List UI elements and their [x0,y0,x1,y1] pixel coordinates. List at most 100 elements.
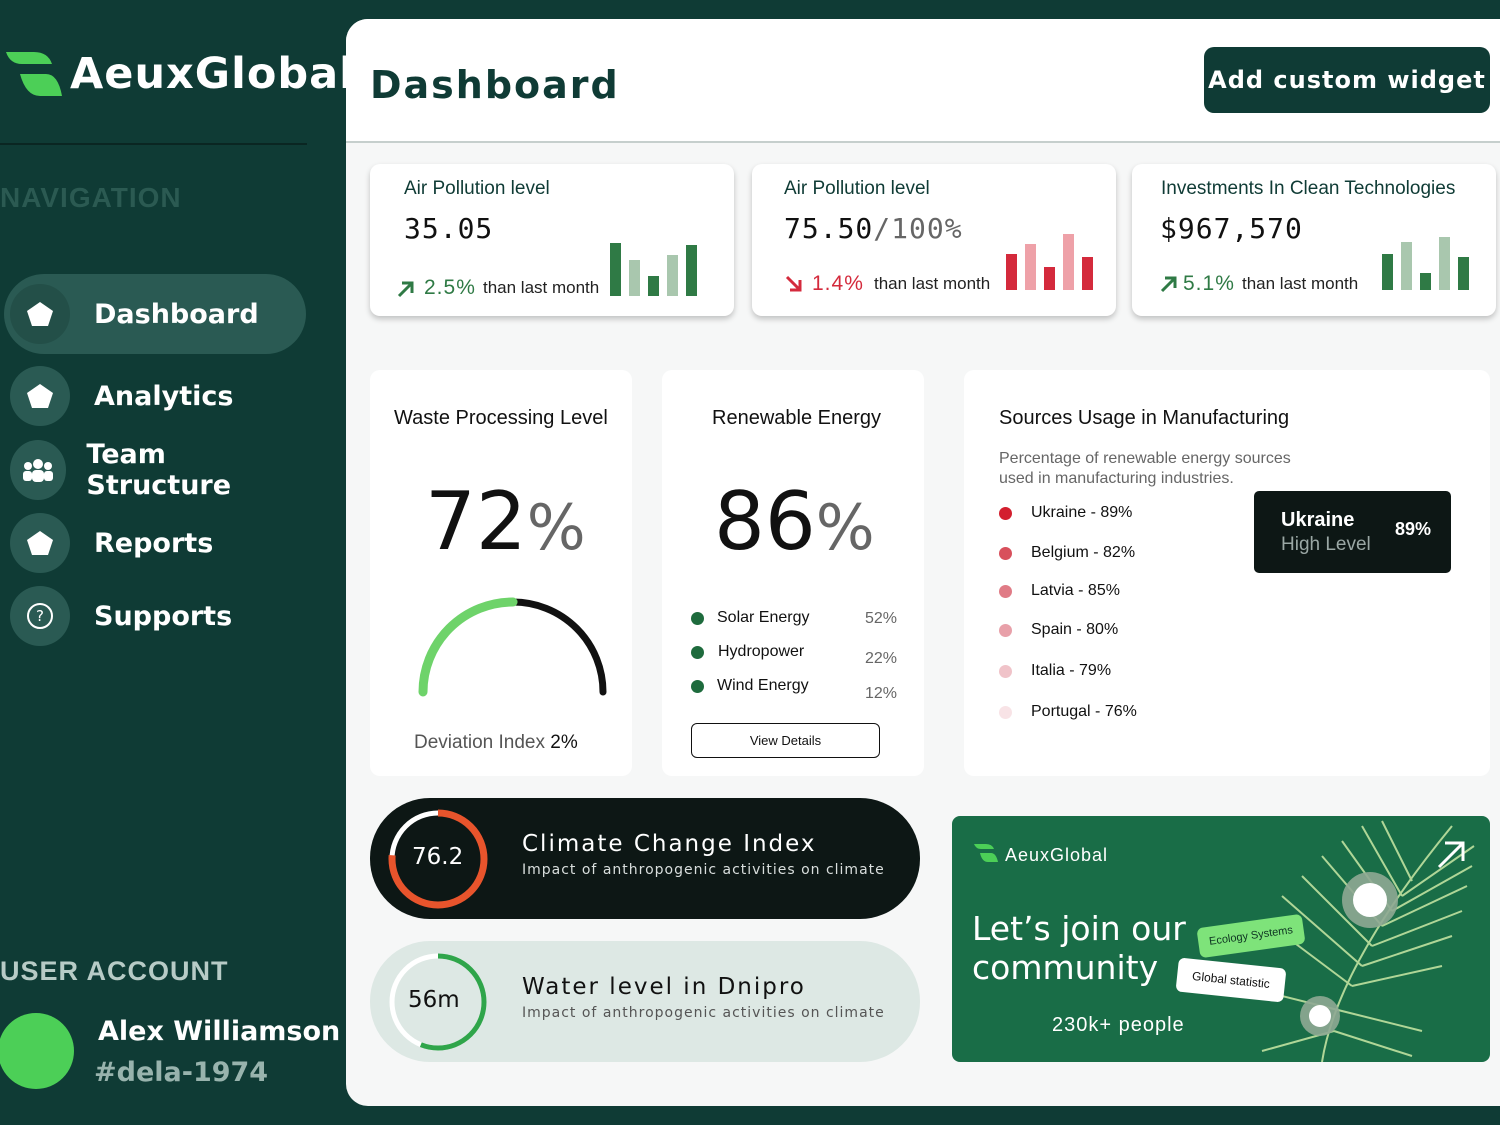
card-title: Renewable Energy [712,407,881,429]
arrow-up-right-icon[interactable] [1436,840,1466,870]
energy-source-value: 22% [865,650,898,667]
legend-dot [999,705,1012,719]
mini-bar [1082,257,1093,290]
sidebar-divider [0,143,307,145]
mini-bar [1044,267,1055,290]
stat-value: $967,570 [1160,212,1303,245]
climate-subtitle: Impact of anthropogenic activities on cl… [522,862,885,878]
arrow-down-right-icon [785,275,802,292]
water-value: 56m [408,987,460,1013]
legend-dot [999,506,1012,520]
nav-heading: NAVIGATION [0,182,182,213]
mini-bar [1006,254,1017,290]
climate-value: 76.2 [412,844,464,870]
stat-change: 2.5% [424,276,476,299]
stat-note: than last month [1242,274,1359,293]
legend-dot [691,611,704,625]
energy-source-solar: Solar Energy [691,609,810,627]
mini-bar [1458,257,1469,290]
stat-title: Air Pollution level [404,178,550,199]
tooltip-value: 89% [1395,519,1432,539]
tooltip-level: High Level [1281,534,1371,555]
stat-card-clean-tech-investments[interactable]: Investments In Clean Technologies $967,5… [1132,164,1496,316]
sidebar-item-label: Supports [94,600,233,632]
sidebar-item-analytics[interactable]: Analytics [4,356,306,436]
sidebar: AeuxGlobal NAVIGATION Dashboard Analytic… [0,0,354,1125]
energy-source-value: 52% [865,610,898,627]
stat-card-air-pollution-percent[interactable]: Air Pollution level 75.50/100% 1.4% than… [752,164,1116,316]
mini-bar [1401,242,1412,290]
water-title: Water level in Dnipro [522,974,806,1000]
header: Dashboard Add custom widget [346,19,1500,143]
arrow-up-right-icon [397,281,414,298]
mini-bar [629,260,640,296]
sidebar-item-label: Reports [94,527,214,559]
stat-card-air-pollution[interactable]: Air Pollution level 35.05 2.5% than last… [370,164,734,316]
leaf-logo-icon [974,844,998,862]
country-item[interactable]: Belgium - 82% [999,544,1135,562]
stat-note: than last month [483,278,600,297]
sidebar-item-dashboard[interactable]: Dashboard [4,274,306,354]
pentagon-icon [10,513,70,573]
tooltip-country: Ukraine [1281,509,1355,531]
country-item[interactable]: Ukraine - 89% [999,504,1132,522]
stat-title: Investments In Clean Technologies [1161,178,1456,199]
waste-gauge [418,597,608,697]
country-tooltip: Ukraine High Level 89% [1254,491,1451,573]
main-panel: Dashboard Add custom widget Air Pollutio… [346,19,1500,1106]
renewable-energy-card[interactable]: Renewable Energy 86% [662,370,924,776]
leaf-logo-icon [6,52,62,96]
stat-title: Air Pollution level [784,178,930,199]
stat-mini-bar-chart [1382,237,1469,290]
sidebar-item-reports[interactable]: Reports [4,503,306,583]
sidebar-item-label: Analytics [94,380,234,412]
brand-name: AeuxGlobal [70,49,355,99]
card-title: Sources Usage in Manufacturing [999,407,1290,429]
mini-bar [1382,254,1393,290]
pentagon-icon [10,284,70,344]
stat-change: 5.1% [1183,272,1235,295]
stat-mini-bar-chart [610,243,697,296]
water-level-card[interactable]: 56m Water level in Dnipro Impact of anth… [370,941,920,1062]
deviation-index: Deviation Index 2% [414,732,578,753]
energy-source-value: 12% [865,685,898,702]
energy-source-hydro: Hydropower [691,643,804,661]
card-title: Waste Processing Level [394,407,608,429]
sidebar-item-supports[interactable]: ? Supports [4,576,306,656]
waste-processing-card[interactable]: Waste Processing Level 72% Deviation Ind… [370,370,632,776]
mini-bar [686,245,697,296]
climate-title: Climate Change Index [522,831,817,857]
sidebar-item-label: Team Structure [86,439,232,501]
avatar[interactable] [0,1013,74,1089]
add-custom-widget-button[interactable]: Add custom widget [1204,47,1490,113]
svg-text:?: ? [36,607,44,625]
card-subtitle: Percentage of renewable energy sources u… [999,450,1291,487]
legend-dot [999,546,1012,560]
promo-brand: AeuxGlobal [1005,845,1109,865]
legend-dot [999,623,1012,637]
legend-dot [691,645,704,659]
stat-value: 35.05 [404,212,494,245]
mini-bar [1420,273,1431,290]
community-promo-card[interactable]: AeuxGlobal Let’s join our community 230k… [952,816,1490,1062]
mini-bar [1439,237,1450,290]
water-subtitle: Impact of anthropogenic activities on cl… [522,1005,885,1021]
country-item[interactable]: Italia - 79% [999,662,1111,680]
mini-bar [1063,234,1074,290]
country-item[interactable]: Portugal - 76% [999,703,1137,721]
country-item[interactable]: Spain - 80% [999,621,1118,639]
brand-logo[interactable]: AeuxGlobal [4,48,355,100]
climate-change-index-card[interactable]: 76.2 Climate Change Index Impact of anth… [370,798,920,919]
country-item[interactable]: Latvia - 85% [999,582,1120,600]
sidebar-item-team-structure[interactable]: Team Structure [4,430,306,510]
legend-dot [999,584,1012,598]
legend-dot [999,664,1012,678]
promo-headline: Let’s join our community [972,909,1186,987]
mini-bar [610,243,621,296]
account-heading: USER ACCOUNT [0,956,229,986]
promo-people-count: 230k+ people [1052,1014,1185,1036]
view-details-button[interactable]: View Details [691,723,880,758]
user-name: Alex Williamson [98,1016,341,1047]
stat-change: 1.4% [812,272,864,295]
arrow-up-right-icon [1160,276,1177,293]
